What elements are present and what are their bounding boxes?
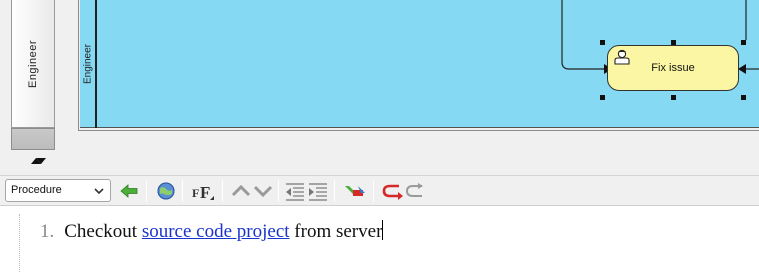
toolbar-separator	[182, 180, 183, 202]
toolbar-separator	[222, 180, 223, 202]
text-cursor	[382, 220, 384, 240]
chevron-down-icon	[94, 188, 104, 195]
step-number: 1.	[40, 221, 55, 242]
task-label: Fix issue	[651, 62, 695, 74]
redo-icon[interactable]	[404, 180, 426, 202]
mode-select[interactable]: Procedure	[5, 179, 111, 202]
toolbar-separator	[278, 180, 279, 202]
remove-step-icon[interactable]	[343, 180, 367, 202]
svg-text:F: F	[200, 183, 210, 202]
format-font-icon[interactable]: F F	[190, 180, 216, 202]
selection-handle[interactable]	[671, 40, 676, 45]
lane-header-tab[interactable]: Engineer	[11, 0, 55, 128]
move-down-icon[interactable]	[252, 180, 274, 202]
undo-icon[interactable]	[381, 180, 403, 202]
selection-handle[interactable]	[671, 95, 676, 100]
selection-handle[interactable]	[741, 95, 746, 100]
move-up-icon[interactable]	[230, 180, 252, 202]
selection-handle[interactable]	[600, 95, 605, 100]
step-link[interactable]: source code project	[142, 221, 290, 242]
toolbar-separator	[334, 180, 335, 202]
outdent-icon[interactable]	[284, 180, 306, 202]
indent-icon[interactable]	[307, 180, 329, 202]
mode-select-value: Procedure	[11, 184, 62, 196]
toolbar-separator	[146, 180, 147, 202]
task-fix-issue[interactable]: Fix issue	[607, 45, 739, 91]
globe-link-icon[interactable]	[155, 180, 177, 202]
diagram-canvas[interactable]: Engineer Engineer Fix issue	[0, 0, 759, 156]
back-arrow-icon[interactable]	[118, 180, 140, 202]
splitter-arrows-icon	[31, 158, 46, 164]
splitter-toggle[interactable]	[31, 156, 47, 168]
toolbar-separator	[373, 180, 374, 202]
lane-header-foot	[11, 128, 55, 150]
procedure-editor[interactable]: 1. Checkout source code project from serv…	[0, 205, 759, 272]
step-text-after: from server	[289, 221, 383, 242]
procedure-step[interactable]: 1. Checkout source code project from serv…	[40, 220, 384, 243]
selection-handle[interactable]	[600, 40, 605, 45]
lane-header-label: Engineer	[27, 39, 39, 89]
selection-handle[interactable]	[741, 40, 746, 45]
svg-text:F: F	[192, 186, 199, 200]
procedure-toolbar: Procedure F F	[0, 175, 759, 205]
lane-divider	[95, 0, 97, 128]
lane-label: Engineer	[82, 43, 94, 85]
step-text-before: Checkout	[64, 221, 142, 242]
